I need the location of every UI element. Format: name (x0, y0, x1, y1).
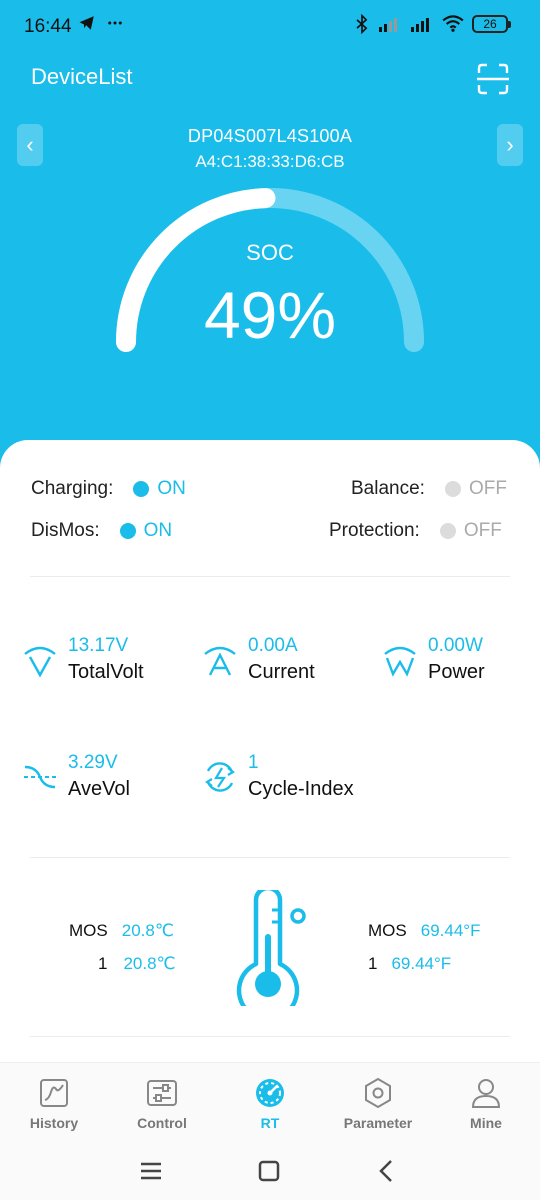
cycle-index-label: Cycle-Index (248, 778, 354, 800)
divider (30, 857, 510, 858)
temp-fahrenheit-row: 1 69.44°F (368, 954, 451, 974)
power-value: 0.00W (428, 635, 483, 656)
battery-icon: 26 (472, 15, 511, 33)
device-name: DP04S007L4S100A (187, 126, 353, 146)
telegram-icon (79, 16, 94, 30)
signal-icon (379, 18, 397, 32)
power-label: Power (428, 661, 485, 683)
nav-rt-label: RT (260, 1115, 280, 1131)
temp-celsius-row: 1 20.8℃ (98, 954, 176, 974)
temp-sensor-name: MOS (368, 921, 407, 940)
wifi-icon (442, 15, 464, 32)
metric-current: 0.00A Current (202, 634, 315, 686)
temp-fahrenheit-value: 69.44°F (391, 954, 452, 973)
temp-celsius-row: MOS 20.8℃ (69, 921, 174, 941)
signal-icon (411, 18, 429, 32)
metric-power: 0.00W Power (382, 634, 485, 686)
protection-state: Protection: OFF (329, 520, 502, 542)
average-volt-icon (24, 765, 56, 789)
current-value: 0.00A (248, 635, 298, 656)
status-bar: 16:44 26 (0, 0, 540, 54)
divider (30, 1036, 510, 1037)
nav-control[interactable]: Control (108, 1063, 216, 1142)
cycle-index-value: 1 (248, 752, 259, 773)
temp-sensor-name: 1 (98, 954, 108, 973)
total-volt-value: 13.17V (68, 635, 129, 656)
control-sliders-icon (147, 1080, 177, 1106)
balance-state: Balance: OFF (351, 478, 507, 500)
balance-value: OFF (468, 478, 507, 499)
temp-sensor-name: 1 (368, 954, 378, 973)
balance-status-dot (444, 481, 461, 497)
bluetooth-icon (356, 14, 368, 34)
cycle-icon (205, 762, 235, 792)
nav-parameter-label: Parameter (343, 1115, 413, 1131)
bottom-navigation: History Control RT Parameter Mine (0, 1062, 540, 1142)
dismos-status-dot (119, 523, 136, 539)
soc-value: 49% (203, 278, 337, 352)
watt-icon (384, 646, 416, 677)
page-title[interactable]: DeviceList (31, 64, 132, 90)
charging-state: Charging: ON (31, 478, 186, 500)
nav-mine-label: Mine (470, 1115, 502, 1131)
ave-vol-value: 3.29V (68, 752, 118, 773)
nav-mine[interactable]: Mine (432, 1063, 540, 1142)
status-time: 16:44 (24, 16, 72, 37)
home-icon[interactable] (254, 1156, 284, 1186)
hexagon-settings-icon (365, 1077, 391, 1109)
dismos-value: ON (143, 520, 173, 541)
temp-fahrenheit-value: 69.44°F (420, 921, 481, 940)
ave-vol-label: AveVol (68, 778, 130, 800)
divider (30, 576, 510, 577)
temp-celsius-value: 20.8℃ (121, 921, 174, 940)
metric-ave-vol: 3.29V AveVol (22, 751, 130, 803)
battery-level: 26 (483, 17, 497, 31)
scan-icon[interactable] (476, 62, 510, 96)
temp-celsius-value: 20.8℃ (123, 954, 176, 973)
charging-status-dot (133, 481, 150, 497)
charging-value: ON (157, 478, 186, 499)
balance-label: Balance: (351, 478, 425, 499)
more-dots-icon (108, 21, 122, 25)
user-icon (471, 1079, 501, 1108)
nav-rt[interactable]: RT (216, 1063, 324, 1142)
menu-icon[interactable] (136, 1156, 166, 1186)
nav-control-label: Control (137, 1115, 187, 1131)
back-icon[interactable] (372, 1156, 402, 1186)
temp-fahrenheit-row: MOS 69.44°F (368, 921, 480, 941)
nav-history[interactable]: History (0, 1063, 108, 1142)
dismos-state: DisMos: ON (31, 520, 172, 542)
gauge-icon (256, 1079, 284, 1107)
metric-cycle-index: 1 Cycle-Index (202, 751, 354, 803)
history-chart-icon (40, 1079, 68, 1107)
thermometer-icon (236, 890, 306, 1006)
volt-icon (24, 646, 56, 678)
device-mac-address: A4:C1:38:33:D6:CB (195, 152, 345, 171)
protection-value: OFF (463, 520, 502, 541)
nav-history-label: History (29, 1115, 79, 1131)
dismos-label: DisMos: (31, 520, 100, 541)
soc-label: SOC (246, 240, 294, 265)
system-navigation-bar (0, 1142, 540, 1200)
protection-status-dot (439, 523, 456, 539)
charging-label: Charging: (31, 478, 114, 499)
nav-parameter[interactable]: Parameter (324, 1063, 432, 1142)
temp-sensor-name: MOS (69, 921, 108, 940)
protection-label: Protection: (329, 520, 420, 541)
total-volt-label: TotalVolt (68, 661, 144, 683)
metric-total-volt: 13.17V TotalVolt (22, 634, 144, 686)
current-label: Current (248, 661, 315, 683)
ampere-icon (204, 646, 236, 676)
